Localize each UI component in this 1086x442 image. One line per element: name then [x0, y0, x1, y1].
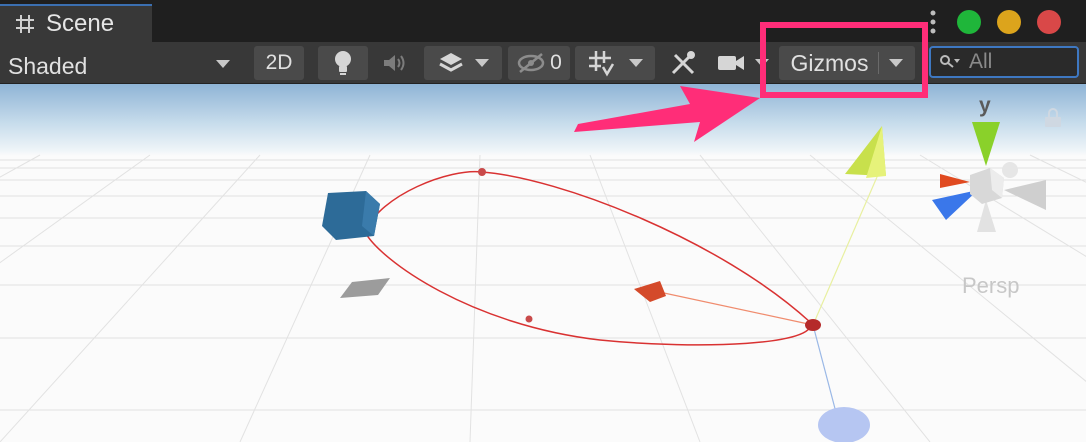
annotation-arrow — [574, 86, 760, 142]
